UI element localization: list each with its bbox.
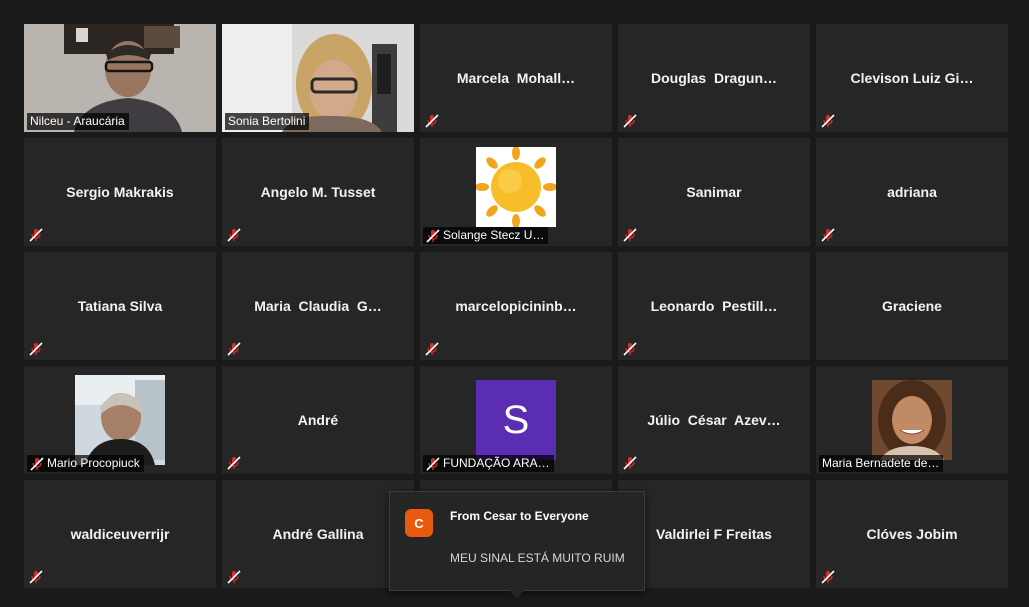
chat-notification[interactable]: C From Cesar to Everyone MEU SINAL ESTÁ …: [389, 491, 645, 591]
sun-avatar: [476, 147, 556, 227]
participant-name: adriana: [887, 184, 937, 200]
muted-mic-icon: [29, 570, 43, 584]
participant-tile[interactable]: Tatiana Silva: [24, 252, 216, 360]
participant-name: Clóves Jobim: [866, 526, 958, 542]
participant-name: Tatiana Silva: [77, 298, 163, 314]
participant-name: André: [297, 412, 339, 428]
participant-tile[interactable]: Douglas Dragun…: [618, 24, 810, 132]
participant-label: Maria Bernadete de…: [819, 455, 944, 472]
muted-mic-icon: [821, 114, 835, 128]
participant-tile[interactable]: Sergio Makrakis: [24, 138, 216, 246]
participant-tile[interactable]: Nilceu - Araucária: [24, 24, 216, 132]
chat-pointer: [508, 589, 526, 598]
muted-mic-icon: [426, 228, 440, 243]
chat-sender: From Cesar to Everyone: [450, 509, 589, 523]
participant-tile[interactable]: Júlio César Azev…: [618, 366, 810, 474]
participant-label: Solange Stecz U…: [423, 227, 549, 244]
participant-name: Sanimar: [686, 184, 742, 200]
participant-tile[interactable]: Graciene: [816, 252, 1008, 360]
participant-label: FUNDAÇÃO ARA…: [423, 455, 554, 472]
muted-mic-icon: [29, 228, 43, 242]
participant-label: Sonia Bertolini: [225, 113, 310, 130]
muted-mic-icon: [227, 342, 241, 356]
profile-photo: [872, 380, 952, 460]
participant-name: Maria Claudia G…: [254, 298, 382, 314]
participant-tile[interactable]: Sanimar: [618, 138, 810, 246]
participant-tile[interactable]: Solange Stecz U…: [420, 138, 612, 246]
participant-label: Mario Procopiuck: [27, 455, 144, 472]
participant-name: Valdirlei F Freitas: [656, 526, 772, 542]
participant-name: Clevison Luiz Gi…: [850, 70, 974, 86]
participant-name: Marcela Mohall…: [456, 70, 576, 86]
muted-mic-icon: [623, 114, 637, 128]
participant-name: André Gallina: [272, 526, 364, 542]
muted-mic-icon: [426, 456, 440, 471]
participant-name: waldiceuverrijr: [70, 526, 170, 542]
chat-sender-avatar: C: [405, 509, 433, 537]
muted-mic-icon: [227, 570, 241, 584]
chat-message: MEU SINAL ESTÁ MUITO RUIM: [450, 551, 625, 565]
participant-tile[interactable]: Angelo M. Tusset: [222, 138, 414, 246]
muted-mic-icon: [425, 114, 439, 128]
muted-mic-icon: [29, 342, 43, 356]
muted-mic-icon: [821, 228, 835, 242]
participant-tile[interactable]: Marcela Mohall…: [420, 24, 612, 132]
profile-photo: [75, 375, 165, 465]
muted-mic-icon: [821, 570, 835, 584]
muted-mic-icon: [227, 456, 241, 470]
participant-name: marcelopicininb…: [455, 298, 577, 314]
participant-name: Júlio César Azev…: [647, 412, 781, 428]
muted-mic-icon: [30, 456, 44, 471]
participant-name: Douglas Dragun…: [650, 70, 777, 86]
participant-tile[interactable]: Mario Procopiuck: [24, 366, 216, 474]
participant-tile[interactable]: André: [222, 366, 414, 474]
participant-name: Sergio Makrakis: [66, 184, 174, 200]
participant-tile[interactable]: Maria Claudia G…: [222, 252, 414, 360]
participant-name: Graciene: [882, 298, 942, 314]
participant-tile[interactable]: André Gallina: [222, 480, 414, 588]
participant-tile[interactable]: marcelopicininb…: [420, 252, 612, 360]
participant-name: Angelo M. Tusset: [260, 184, 376, 200]
participant-tile[interactable]: Sonia Bertolini: [222, 24, 414, 132]
participant-tile[interactable]: adriana: [816, 138, 1008, 246]
participant-tile[interactable]: Leonardo Pestill…: [618, 252, 810, 360]
participant-tile[interactable]: waldiceuverrijr: [24, 480, 216, 588]
participant-name: Leonardo Pestill…: [650, 298, 778, 314]
letter-avatar: S: [476, 380, 556, 460]
participant-label: Nilceu - Araucária: [27, 113, 129, 130]
participant-tile[interactable]: S FUNDAÇÃO ARA…: [420, 366, 612, 474]
muted-mic-icon: [227, 228, 241, 242]
muted-mic-icon: [623, 228, 637, 242]
participant-tile[interactable]: Valdirlei F Freitas: [618, 480, 810, 588]
participant-tile[interactable]: Clóves Jobim: [816, 480, 1008, 588]
muted-mic-icon: [425, 342, 439, 356]
muted-mic-icon: [623, 456, 637, 470]
participant-tile[interactable]: Maria Bernadete de…: [816, 366, 1008, 474]
muted-mic-icon: [623, 342, 637, 356]
participant-tile[interactable]: Clevison Luiz Gi…: [816, 24, 1008, 132]
